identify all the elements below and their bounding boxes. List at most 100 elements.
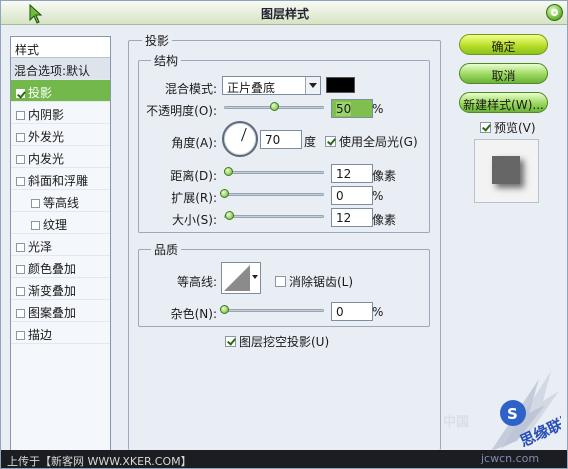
noise-slider-thumb[interactable] [220,305,229,314]
styles-list: 样式 混合选项:默认 投影 内阴影外发光内发光斜面和浮雕等高线纹理光泽 颜色叠加渐变叠… [10,36,111,457]
anti-alias-checkbox[interactable]: 消除锯齿(L) [275,273,353,290]
style-list-item[interactable]: 混合选项:默认 [11,58,110,80]
size-value: 12 [336,211,352,225]
style-list-item[interactable]: 斜面和浮雕 [11,168,110,190]
style-enable-checkbox[interactable] [16,177,25,186]
spread-input[interactable]: 0 [331,186,373,205]
style-list-item[interactable]: 图案叠加 [11,300,110,322]
style-enable-checkbox[interactable] [31,221,40,230]
structure-group-title: 结构 [151,52,182,69]
style-list-item[interactable]: 等高线 [11,190,110,212]
opacity-slider[interactable] [224,101,324,113]
style-list-item-label: 图案叠加 [28,306,77,320]
contour-dropdown-icon[interactable] [252,275,258,279]
preview-label: 预览(V) [494,121,536,135]
noise-unit: % [372,305,384,319]
new-style-button[interactable]: 新建样式(W)... [459,92,548,113]
knockout-check[interactable] [225,336,236,347]
style-list-item-label: 外发光 [28,130,65,144]
style-list-item[interactable]: 内发光 [11,146,110,168]
global-light-check[interactable] [325,136,336,147]
style-enable-checkbox[interactable] [31,199,40,208]
angle-value: 70 [265,133,281,147]
noise-slider-track [224,309,324,312]
style-list-item[interactable]: 颜色叠加 [11,256,110,278]
global-light-checkbox[interactable]: 使用全局光(G) [325,133,418,150]
style-list-item-label: 渐变叠加 [28,284,77,298]
close-icon[interactable] [546,4,563,21]
distance-value: 12 [336,167,352,181]
size-label: 大小(S): [171,213,217,227]
style-enable-checkbox[interactable] [16,133,25,142]
size-input[interactable]: 12 [331,208,373,227]
style-enable-checkbox[interactable] [16,243,25,252]
noise-input[interactable]: 0 [331,302,373,321]
quality-group-title: 品质 [151,241,182,258]
preview-thumbnail [474,139,539,203]
style-list-item[interactable]: 内阴影 [11,102,110,124]
distance-label: 距离(D): [170,169,217,183]
style-enable-checkbox[interactable] [16,111,25,120]
distance-slider-track [224,171,324,174]
angle-unit: 度 [304,135,317,149]
style-list-item[interactable]: 光泽 [11,234,110,256]
noise-slider[interactable] [220,304,324,316]
opacity-input[interactable]: 50 [331,99,373,118]
preview-check[interactable] [480,122,491,133]
spread-slider-thumb[interactable] [220,189,229,198]
knockout-checkbox[interactable]: 图层挖空投影(U) [225,333,329,350]
distance-input[interactable]: 12 [331,164,373,183]
watermark-cn-text: 中国 [443,415,470,430]
dialog-title: 图层样式 [260,7,309,21]
style-list-item-label: 纹理 [43,218,68,232]
watermark-logo-icon: S 思缘联盟 [491,371,561,451]
style-list-item[interactable]: 外发光 [11,124,110,146]
style-enable-checkbox[interactable] [16,265,25,274]
ok-button[interactable]: 确定 [459,34,548,55]
style-list-item-label: 斜面和浮雕 [28,174,89,188]
spread-slider[interactable] [220,188,324,200]
contour-label: 等高线: [176,275,217,289]
angle-input[interactable]: 70 [260,130,302,149]
opacity-label: 不透明度(O): [146,104,217,118]
chevron-down-icon [305,77,320,94]
distance-unit: 像素 [372,169,397,183]
style-list-item[interactable]: 描边 [11,322,110,344]
style-list-item[interactable]: 投影 [11,80,110,102]
shadow-color-swatch[interactable] [326,77,355,93]
knockout-label: 图层挖空投影(U) [239,335,330,349]
title-bar[interactable]: 图层样式 [1,1,567,25]
preview-shadow-square [492,156,520,184]
watermark-url: jcwcn.com [481,452,540,465]
footer-text: 上传于【新客网 WWW.XKER.COM】 [7,455,192,468]
angle-dial[interactable] [222,121,258,157]
preview-checkbox[interactable]: 预览(V) [480,119,536,136]
style-list-item-label: 内发光 [28,152,65,166]
size-slider-thumb[interactable] [225,211,234,220]
style-list-item[interactable]: 纹理 [11,212,110,234]
contour-picker[interactable] [221,262,261,294]
style-enable-checkbox[interactable] [16,331,25,340]
layer-style-dialog: 图层样式 样式 混合选项:默认 投影 内阴影外发光内发光斜面和浮雕等高线纹理光泽 颜色… [0,0,568,469]
anti-alias-check[interactable] [275,276,286,287]
styles-list-header[interactable]: 样式 [11,37,110,58]
style-list-item[interactable]: 渐变叠加 [11,278,110,300]
svg-text:S: S [507,405,518,423]
distance-slider-thumb[interactable] [224,167,233,176]
blend-mode-select[interactable]: 正片叠底 [222,76,321,95]
contour-preview-icon [224,265,250,291]
distance-slider[interactable] [224,166,324,178]
style-enable-checkbox[interactable] [16,89,25,98]
opacity-unit: % [372,102,384,116]
style-enable-checkbox[interactable] [16,309,25,318]
style-enable-checkbox[interactable] [16,287,25,296]
global-light-label: 使用全局光(G) [339,135,418,149]
size-slider[interactable] [224,210,324,222]
style-enable-checkbox[interactable] [16,155,25,164]
opacity-slider-thumb[interactable] [270,102,279,111]
anti-alias-label: 消除锯齿(L) [289,275,354,289]
style-list-item-label: 描边 [28,328,53,342]
spread-slider-track [224,193,324,196]
cancel-button[interactable]: 取消 [459,63,548,84]
blend-mode-label: 混合模式: [164,82,217,96]
